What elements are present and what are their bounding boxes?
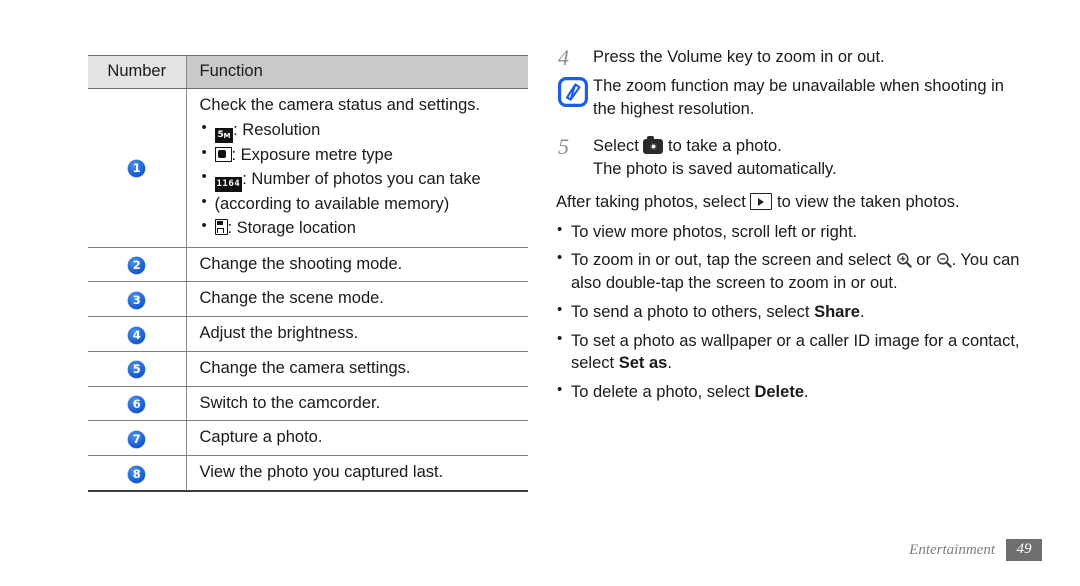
list-item: : Exposure metre type: [200, 143, 523, 166]
list-item-label: To delete a photo, select: [571, 383, 750, 402]
function-title: Check the camera status and settings.: [199, 96, 481, 114]
row-number-cell: 7: [88, 420, 186, 457]
step-text-after: to take a photo.: [668, 137, 782, 156]
step-text: Press the Volume key to zoom in or out.: [593, 48, 885, 66]
list-item: : Storage location: [200, 216, 523, 239]
table-row: 7 Capture a photo.: [88, 420, 528, 457]
row-number-cell: 3: [88, 281, 186, 318]
number-badge-3: 3: [128, 291, 146, 309]
list-item-label: : Storage location: [227, 218, 356, 237]
row-number-cell: 8: [88, 455, 186, 492]
resolution-icon: 5M: [214, 127, 234, 143]
after-photos-paragraph: After taking photos, select to view the …: [556, 191, 1026, 214]
list-item-label-tail: .: [859, 302, 865, 321]
list-item-continuation: (according to available memory): [200, 192, 523, 215]
list-item: To set a photo as wallpaper or a caller …: [556, 329, 1026, 376]
list-item-label: To zoom in or out, tap the screen and se…: [571, 251, 892, 270]
list-item-label: : Resolution: [233, 120, 321, 139]
footer-section-label: Entertainment: [909, 541, 995, 558]
step-text: Select to take a photo.: [593, 135, 1026, 158]
list-item-label: : Exposure metre type: [231, 146, 393, 165]
list-item: 1164: Number of photos you can take: [200, 167, 523, 192]
row-function-cell: Change the shooting mode.: [185, 247, 528, 283]
list-item-conjunction: or: [916, 251, 931, 270]
row-function-cell: Capture a photo.: [185, 420, 528, 457]
photo-actions-list: To view more photos, scroll left or righ…: [556, 220, 1026, 404]
action-delete-label: Delete: [754, 383, 804, 402]
table-header-row: Number Function: [88, 55, 528, 89]
list-item-label: (according to available memory): [214, 195, 450, 214]
instructions-column: 4 Press the Volume key to zoom in or out…: [556, 46, 1026, 410]
list-item-label-tail: .: [667, 354, 672, 373]
column-header-number: Number: [88, 55, 186, 89]
row-function-cell: Adjust the brightness.: [185, 316, 528, 352]
note-text: The zoom function may be unavailable whe…: [593, 77, 1004, 119]
step-text-before: Select: [593, 137, 639, 156]
row-number-cell: 2: [88, 247, 186, 283]
number-badge-6: 6: [128, 396, 146, 414]
number-badge-8: 8: [128, 465, 146, 483]
table-row: 3 Change the scene mode.: [88, 281, 528, 318]
list-item-label-tail: .: [804, 383, 809, 402]
function-detail-list: 5M: Resolution : Exposure metre type 116…: [200, 118, 523, 239]
after-photos-text-before: After taking photos, select: [556, 193, 746, 212]
list-item: To view more photos, scroll left or righ…: [556, 220, 1026, 244]
number-badge-1: 1: [128, 160, 146, 178]
table-row: 8 View the photo you captured last.: [88, 455, 528, 492]
step-4: 4 Press the Volume key to zoom in or out…: [556, 46, 1026, 69]
table-row: 6 Switch to the camcorder.: [88, 386, 528, 422]
list-item-label: To view more photos, scroll left or righ…: [571, 222, 858, 241]
exposure-metre-icon: [214, 147, 232, 163]
action-set-as-label: Set as: [618, 354, 668, 373]
row-number-cell: 5: [88, 351, 186, 387]
storage-location-icon: [214, 218, 228, 235]
play-view-icon: [750, 193, 773, 211]
note-pen-icon: [558, 77, 588, 108]
zoom-out-icon: [936, 252, 952, 269]
table-row: 5 Change the camera settings.: [88, 351, 528, 387]
photo-count-icon: 1164: [214, 176, 243, 192]
table-row: 4 Adjust the brightness.: [88, 316, 528, 352]
action-share-label: Share: [814, 302, 860, 321]
step-5: 5 Select to take a photo. The photo is s…: [556, 135, 1026, 181]
note-callout: The zoom function may be unavailable whe…: [556, 75, 1026, 121]
number-badge-7: 7: [128, 430, 146, 448]
number-badge-4: 4: [128, 326, 146, 344]
list-item: To send a photo to others, select Share.: [556, 300, 1026, 324]
number-badge-5: 5: [128, 361, 146, 379]
step-number: 4: [558, 45, 569, 70]
table-row: 2 Change the shooting mode.: [88, 247, 528, 283]
number-badge-2: 2: [128, 256, 146, 274]
table-row: 1 Check the camera status and settings. …: [88, 88, 528, 248]
list-item-label: : Number of photos you can take: [242, 169, 481, 188]
column-header-function: Function: [185, 55, 528, 89]
list-item: To zoom in or out, tap the screen and se…: [556, 248, 1026, 295]
row-number-cell: 6: [88, 386, 186, 422]
after-photos-text-after: to view the taken photos.: [777, 193, 960, 212]
step-subtext: The photo is saved automatically.: [593, 160, 837, 179]
zoom-in-icon: [896, 252, 912, 269]
list-item-label: To send a photo to others, select: [571, 302, 810, 321]
row-function-cell: Change the camera settings.: [185, 351, 528, 387]
row-number-cell: 1: [88, 88, 186, 248]
row-number-cell: 4: [88, 316, 186, 352]
camera-function-table: Number Function 1 Check the camera statu…: [88, 55, 528, 492]
page-footer: Entertainment 49: [909, 539, 1042, 561]
row-function-cell: View the photo you captured last.: [185, 455, 528, 492]
camera-icon: [643, 136, 664, 155]
list-item: To delete a photo, select Delete.: [556, 380, 1026, 404]
row-function-cell: Switch to the camcorder.: [185, 386, 528, 422]
row-function-cell: Check the camera status and settings. 5M…: [185, 88, 528, 248]
row-function-cell: Change the scene mode.: [185, 281, 528, 318]
step-number: 5: [558, 134, 569, 160]
camera-function-table-container: Number Function 1 Check the camera statu…: [88, 55, 528, 492]
footer-page-number: 49: [1006, 539, 1042, 561]
list-item: 5M: Resolution: [200, 118, 523, 143]
